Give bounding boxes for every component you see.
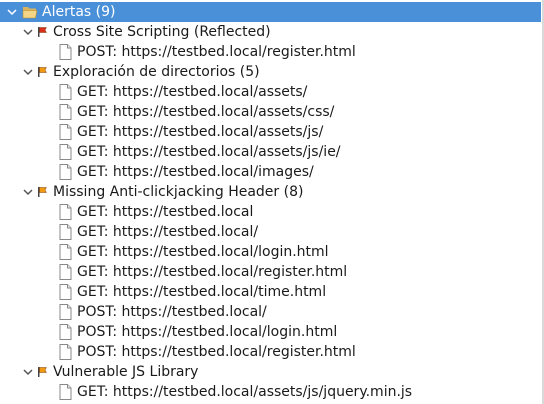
- chevron-down-icon[interactable]: [22, 366, 34, 378]
- folder-open-icon: [22, 4, 38, 20]
- alert-instance-label: GET: https://testbed.local/assets/: [77, 84, 308, 100]
- document-icon: [58, 344, 72, 360]
- alert-instance[interactable]: GET: https://testbed.local/assets/js/jqu…: [0, 382, 544, 402]
- alert-instance[interactable]: POST: https://testbed.local/register.htm…: [0, 42, 544, 62]
- document-icon: [58, 164, 72, 180]
- alert-instance-label: GET: https://testbed.local/login.html: [77, 244, 329, 260]
- alert-instance[interactable]: POST: https://testbed.local/login.html: [0, 322, 544, 342]
- document-icon: [58, 284, 72, 300]
- alert-instance[interactable]: GET: https://testbed.local/time.html: [0, 282, 544, 302]
- alert-instance[interactable]: GET: https://testbed.local/images/: [0, 162, 544, 182]
- chevron-down-icon[interactable]: [22, 26, 34, 38]
- document-icon: [58, 124, 72, 140]
- document-icon: [58, 324, 72, 340]
- document-icon: [58, 244, 72, 260]
- alert-instance[interactable]: GET: https://testbed.local/: [0, 222, 544, 242]
- alert-instance[interactable]: GET: https://testbed.local/register.html: [0, 262, 544, 282]
- alert-instance-label: POST: https://testbed.local/login.html: [77, 324, 338, 340]
- alert-instance[interactable]: GET: https://testbed.local/login.html: [0, 242, 544, 262]
- flag-icon: [37, 186, 49, 198]
- alert-instance-label: POST: https://testbed.local/register.htm…: [77, 44, 356, 60]
- alert-label: Cross Site Scripting (Reflected): [53, 24, 271, 40]
- chevron-down-icon[interactable]: [22, 186, 34, 198]
- alert-instance[interactable]: GET: https://testbed.local: [0, 202, 544, 222]
- alert-instance-label: GET: https://testbed.local/images/: [77, 164, 314, 180]
- alert-instance-label: POST: https://testbed.local/register.htm…: [77, 344, 356, 360]
- alert-node[interactable]: Cross Site Scripting (Reflected): [0, 22, 544, 42]
- chevron-down-icon[interactable]: [6, 6, 18, 18]
- alert-label: Missing Anti-clickjacking Header (8): [53, 184, 304, 200]
- flag-icon: [37, 26, 49, 38]
- alert-instance-label: GET: https://testbed.local/assets/js/ie/: [77, 144, 341, 160]
- alerts-tree: Alertas (9) Cross Site Scripting (Reflec…: [0, 0, 544, 404]
- chevron-down-icon[interactable]: [22, 66, 34, 78]
- alert-node[interactable]: Vulnerable JS Library: [0, 362, 544, 382]
- flag-icon: [37, 66, 49, 78]
- alert-label: Vulnerable JS Library: [53, 364, 199, 380]
- tree-root-alertas[interactable]: Alertas (9): [0, 2, 541, 22]
- alert-instance[interactable]: GET: https://testbed.local/assets/js/: [0, 122, 544, 142]
- alert-instance-label: GET: https://testbed.local/time.html: [77, 284, 327, 300]
- document-icon: [58, 224, 72, 240]
- root-label: Alertas (9): [42, 4, 116, 20]
- document-icon: [58, 84, 72, 100]
- alert-instance-label: GET: https://testbed.local/assets/js/jqu…: [77, 384, 413, 400]
- alert-instance-label: GET: https://testbed.local/assets/css/: [77, 104, 335, 120]
- alert-instance[interactable]: POST: https://testbed.local/register.htm…: [0, 342, 544, 362]
- alert-instance[interactable]: GET: https://testbed.local/assets/js/ie/: [0, 142, 544, 162]
- document-icon: [58, 104, 72, 120]
- alert-instance-label: GET: https://testbed.local/: [77, 224, 259, 240]
- alert-instance[interactable]: GET: https://testbed.local/assets/: [0, 82, 544, 102]
- alert-instance-label: POST: https://testbed.local/: [77, 304, 267, 320]
- document-icon: [58, 264, 72, 280]
- alert-instance[interactable]: POST: https://testbed.local/: [0, 302, 544, 322]
- alert-node[interactable]: Exploración de directorios (5): [0, 62, 544, 82]
- document-icon: [58, 44, 72, 60]
- alert-label: Exploración de directorios (5): [53, 64, 260, 80]
- document-icon: [58, 204, 72, 220]
- document-icon: [58, 304, 72, 320]
- alert-instance-label: GET: https://testbed.local: [77, 204, 254, 220]
- flag-icon: [37, 366, 49, 378]
- alert-node[interactable]: Missing Anti-clickjacking Header (8): [0, 182, 544, 202]
- alert-instance[interactable]: GET: https://testbed.local/assets/css/: [0, 102, 544, 122]
- alert-instance-label: GET: https://testbed.local/assets/js/: [77, 124, 324, 140]
- alert-instance-label: GET: https://testbed.local/register.html: [77, 264, 348, 280]
- document-icon: [58, 384, 72, 400]
- document-icon: [58, 144, 72, 160]
